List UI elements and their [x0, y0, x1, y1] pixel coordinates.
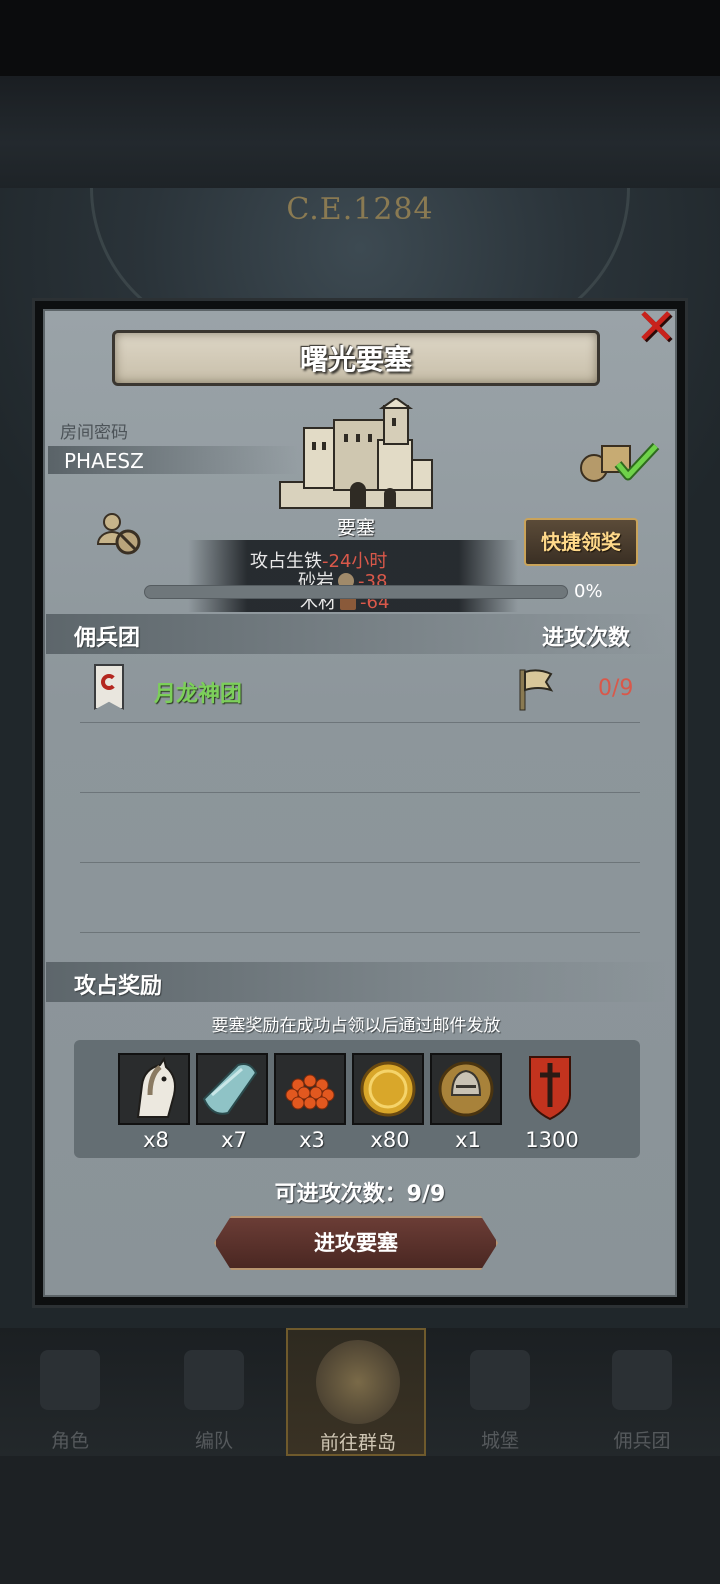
year-label: C.E.1284: [286, 192, 434, 227]
header-strip: [0, 76, 720, 188]
gold-coin-icon: [360, 1061, 416, 1117]
nav-item-mercenary[interactable]: 佣兵团: [572, 1328, 712, 1456]
knight-icon: [40, 1350, 100, 1410]
berries-icon: [285, 1074, 335, 1110]
nav-label: 角色: [50, 1430, 89, 1452]
no-entry-user-icon[interactable]: [96, 512, 142, 556]
nav-label: 城堡: [480, 1430, 519, 1452]
castle-icon: [470, 1350, 530, 1410]
row-divider: [80, 862, 640, 863]
status-bar: [0, 0, 720, 76]
reward-qty: x80: [370, 1128, 410, 1152]
horse-icon: [136, 1056, 176, 1118]
row-divider: [80, 932, 640, 933]
cloth-icon: [202, 1063, 258, 1115]
reward-slot-cloth[interactable]: [196, 1053, 268, 1125]
reward-section-title: 攻占奖励: [74, 974, 163, 999]
mercenary-section-title: 佣兵团: [74, 626, 141, 651]
reward-qty: x8: [143, 1128, 169, 1152]
helmet-icon: [184, 1350, 244, 1410]
reward-slot-gold[interactable]: [352, 1053, 424, 1125]
row-divider: [80, 792, 640, 793]
compass-icon: [316, 1340, 400, 1424]
footer-area: [0, 1456, 720, 1584]
mercenary-name[interactable]: 月龙神团: [154, 676, 242, 708]
crescent-emblem-icon: [101, 674, 117, 690]
close-icon[interactable]: ✕: [630, 302, 682, 354]
supply-claimed-icon[interactable]: [578, 438, 660, 484]
flag-icon: [519, 669, 554, 711]
reward-note: 要塞奖励在成功占领以后通过邮件发放: [211, 1016, 501, 1036]
shield-sword-icon: [529, 1056, 571, 1121]
attack-fortress-button[interactable]: 进攻要塞: [214, 1216, 498, 1270]
row-divider: [80, 722, 640, 723]
quick-claim-button[interactable]: 快捷领奖: [524, 518, 638, 566]
occupation-progress-bar: [144, 585, 568, 599]
nav-item-formation[interactable]: 编队: [144, 1328, 284, 1456]
building-type-label: 要塞: [336, 517, 375, 539]
room-code-label: 房间密码: [60, 423, 128, 443]
nav-label: 前往群岛: [319, 1432, 396, 1454]
reward-qty: x1: [455, 1128, 481, 1152]
ship-icon: [612, 1350, 672, 1410]
dialog-title: 曙光要塞: [299, 343, 412, 376]
remaining-attempts: 可进攻次数：9/9: [274, 1182, 446, 1207]
helmet-icon: [438, 1061, 494, 1117]
reward-slot-helmet[interactable]: [430, 1053, 502, 1125]
nav-item-castle[interactable]: 城堡: [430, 1328, 570, 1456]
nav-label: 编队: [194, 1430, 233, 1452]
nav-item-character[interactable]: 角色: [0, 1328, 140, 1456]
room-code-value: PHAESZ: [64, 449, 144, 473]
attack-count-header: 进攻次数: [542, 626, 631, 651]
reward-slot-honor[interactable]: [516, 1053, 588, 1125]
reward-qty: x3: [299, 1128, 325, 1152]
reward-qty: 1300: [525, 1128, 579, 1152]
attack-count-value: 0/9: [598, 676, 634, 701]
reward-slot-horse[interactable]: [118, 1053, 190, 1125]
nav-item-islands[interactable]: 前往群岛: [286, 1328, 426, 1456]
nav-label: 佣兵团: [613, 1430, 671, 1452]
fortress-icon: [279, 398, 433, 509]
reward-qty: x7: [221, 1128, 247, 1152]
progress-percent: 0%: [574, 581, 603, 602]
reward-slot-berries[interactable]: [274, 1053, 346, 1125]
